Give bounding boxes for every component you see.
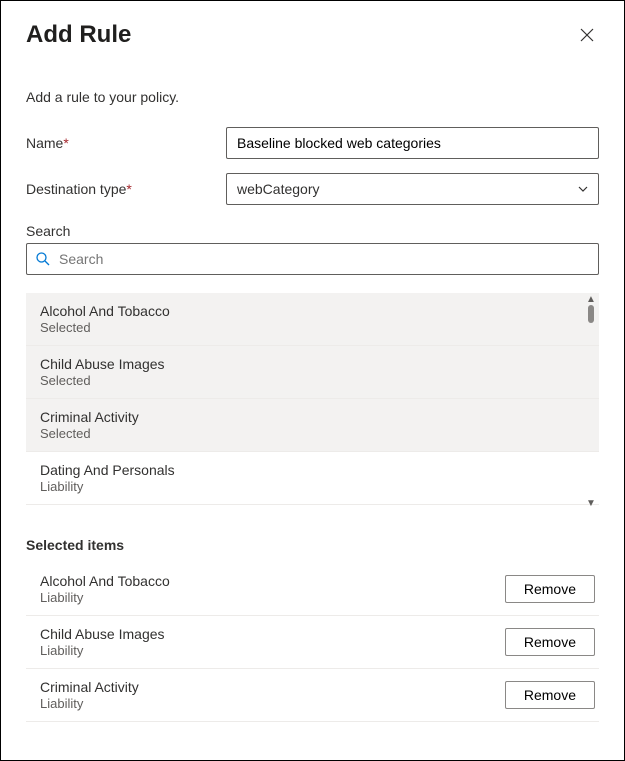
- selected-item-sub: Liability: [40, 643, 165, 658]
- name-input[interactable]: [226, 127, 599, 159]
- scroll-thumb[interactable]: [588, 305, 594, 323]
- scrollbar[interactable]: ▲ ▼: [584, 293, 598, 511]
- list-item-sub: Selected: [40, 426, 585, 441]
- selected-item-name: Child Abuse Images: [40, 626, 165, 642]
- name-row: Name*: [26, 127, 599, 159]
- remove-button[interactable]: Remove: [505, 681, 595, 709]
- selected-item-sub: Liability: [40, 590, 170, 605]
- remove-button[interactable]: Remove: [505, 575, 595, 603]
- search-input[interactable]: [59, 251, 590, 267]
- search-section: Search: [26, 223, 599, 275]
- panel-title: Add Rule: [26, 21, 131, 49]
- name-label: Name*: [26, 135, 226, 151]
- search-box[interactable]: [26, 243, 599, 275]
- destination-type-row: Destination type* webCategory: [26, 173, 599, 205]
- list-item[interactable]: Child Abuse ImagesSelected: [26, 346, 599, 399]
- list-item-sub: Liability: [40, 479, 585, 494]
- selected-item-sub: Liability: [40, 696, 139, 711]
- list-item[interactable]: Criminal ActivitySelected: [26, 399, 599, 452]
- scroll-up-icon: ▲: [586, 295, 596, 305]
- selected-item-row: Criminal ActivityLiability Remove: [26, 669, 599, 722]
- panel-subtitle: Add a rule to your policy.: [26, 89, 599, 105]
- required-marker: *: [126, 181, 131, 197]
- destination-type-label: Destination type*: [26, 181, 226, 197]
- search-icon: [35, 251, 51, 267]
- selected-item-name: Criminal Activity: [40, 679, 139, 695]
- remove-button[interactable]: Remove: [505, 628, 595, 656]
- scroll-down-icon: ▼: [586, 499, 596, 509]
- selected-item-row: Alcohol And TobaccoLiability Remove: [26, 563, 599, 616]
- destination-type-select-wrapper: webCategory: [226, 173, 599, 205]
- panel-header: Add Rule: [26, 21, 599, 49]
- list-item-sub: Selected: [40, 373, 585, 388]
- add-rule-panel: Add Rule Add a rule to your policy. Name…: [0, 0, 625, 761]
- close-icon: [579, 27, 595, 43]
- search-label: Search: [26, 223, 599, 239]
- list-item-name: Alcohol And Tobacco: [40, 303, 585, 319]
- required-marker: *: [63, 135, 68, 151]
- list-item-sub: Selected: [40, 320, 585, 335]
- category-list: Alcohol And TobaccoSelectedChild Abuse I…: [26, 293, 599, 511]
- selected-items-list: Alcohol And TobaccoLiabilityRemoveChild …: [26, 563, 599, 722]
- destination-type-select[interactable]: webCategory: [226, 173, 599, 205]
- selected-item-name: Alcohol And Tobacco: [40, 573, 170, 589]
- list-item-name: Child Abuse Images: [40, 356, 585, 372]
- selected-item-row: Child Abuse ImagesLiability Remove: [26, 616, 599, 669]
- list-item-name: Criminal Activity: [40, 409, 585, 425]
- list-item[interactable]: Dating And PersonalsLiability: [26, 452, 599, 505]
- close-button[interactable]: [575, 23, 599, 47]
- list-item[interactable]: Alcohol And TobaccoSelected: [26, 293, 599, 346]
- list-item-name: Dating And Personals: [40, 462, 585, 478]
- selected-items-heading: Selected items: [26, 537, 599, 553]
